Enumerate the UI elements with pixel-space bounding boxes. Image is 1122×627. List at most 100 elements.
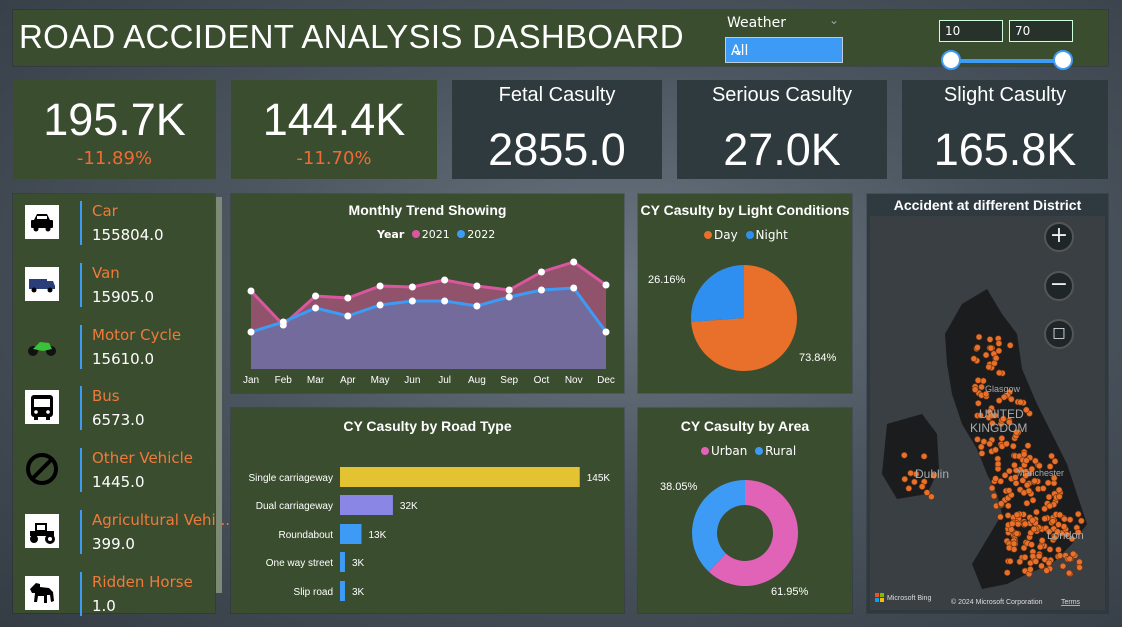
item-accent-bar <box>80 201 82 245</box>
kpi-change: -11.70% <box>296 148 372 169</box>
accident-point <box>1008 395 1015 403</box>
item-accent-bar <box>80 386 82 430</box>
range-max-input[interactable]: 70 <box>1009 20 1073 42</box>
data-point <box>473 302 481 310</box>
weather-collapse-icon[interactable]: ⌄ <box>829 13 839 27</box>
weather-dropdown[interactable]: All ⌄ <box>725 37 843 63</box>
data-point <box>247 328 255 336</box>
zoom-in-button[interactable]: + <box>1044 222 1074 252</box>
accident-point <box>1036 543 1044 551</box>
accident-point <box>1014 520 1022 528</box>
accident-point <box>974 377 982 384</box>
map-canvas[interactable]: UNITED KINGDOM Dublin London Glasgow Man… <box>867 194 1108 613</box>
map-label-united: UNITED <box>979 407 1024 421</box>
accident-point <box>1078 517 1085 525</box>
kpi-value: 195.7K <box>43 94 186 145</box>
accident-point <box>1038 562 1045 570</box>
data-point <box>408 283 416 291</box>
accident-point <box>1023 481 1031 489</box>
kpi-value: 165.8K <box>933 124 1077 175</box>
accident-point <box>1005 487 1013 494</box>
select-area-icon[interactable]: □ <box>1044 319 1074 349</box>
data-point <box>505 286 513 294</box>
accident-point <box>1059 562 1067 570</box>
accident-point <box>994 460 1002 468</box>
accident-point <box>1023 457 1030 464</box>
range-slider-low-handle[interactable] <box>941 50 961 70</box>
data-point <box>279 318 287 326</box>
accident-point <box>995 369 1003 377</box>
accident-point <box>1006 467 1013 475</box>
kpi-change: -11.89% <box>76 148 153 169</box>
accident-point <box>1076 558 1083 566</box>
accident-point <box>1031 477 1039 485</box>
data-point <box>312 304 320 312</box>
vehicle-value: 15905.0 <box>92 288 155 306</box>
list-scrollbar[interactable] <box>216 197 222 593</box>
accident-point <box>1074 510 1082 518</box>
data-point <box>602 281 610 289</box>
range-min-input[interactable]: 10 <box>939 20 1003 42</box>
map-credit: © 2024 Microsoft Corporation <box>951 598 1043 606</box>
accident-point <box>1029 516 1036 524</box>
area-donut-plot: 61.95% 38.05% <box>660 480 809 598</box>
district-map-panel: Accident at different District UNITED KI… <box>867 194 1108 613</box>
data-point <box>376 301 384 309</box>
data-label: 145K <box>587 473 611 484</box>
accident-point <box>1045 559 1053 567</box>
kpi-fatal-casualty: Fetal Casulty 2855.0 <box>452 80 662 179</box>
map-terms-link[interactable]: Terms <box>1061 599 1081 606</box>
list-item[interactable]: Van 15905.0 <box>13 259 203 314</box>
range-slider-high-handle[interactable] <box>1053 50 1073 70</box>
accident-point <box>1035 552 1043 560</box>
pie-slice-night <box>691 265 744 322</box>
accident-point <box>971 386 979 393</box>
item-accent-bar <box>80 448 82 492</box>
accident-point <box>975 333 983 341</box>
accident-point <box>1029 552 1037 560</box>
list-item[interactable]: Bus 6573.0 <box>13 382 203 437</box>
accident-point <box>1056 493 1063 500</box>
zoom-out-button[interactable]: − <box>1044 271 1074 301</box>
range-slider-track[interactable] <box>951 59 1063 63</box>
map-label-dublin: Dublin <box>915 467 949 481</box>
kpi-title: Slight Casulty <box>943 84 1067 106</box>
accident-point <box>1049 517 1057 525</box>
bus-icon <box>25 390 59 424</box>
chevron-down-icon: ⌄ <box>731 40 745 59</box>
kpi-slight-casualty: Slight Casulty 165.8K <box>902 80 1108 179</box>
kpi-serious-casualty: Serious Casulty 27.0K <box>677 80 887 179</box>
list-item[interactable]: Agricultural Vehi... 399.0 <box>13 506 230 561</box>
accident-point <box>1028 541 1035 548</box>
accident-point <box>1055 521 1062 528</box>
horse-icon <box>25 576 59 610</box>
kpi-total-casualties: 195.7K -11.89% <box>13 80 216 179</box>
y-category-label: One way street <box>266 558 333 569</box>
accident-point <box>1038 537 1046 544</box>
accident-point <box>977 443 985 451</box>
accident-point <box>1027 566 1034 573</box>
donut-slice-rural <box>692 480 745 572</box>
accident-point <box>978 383 985 391</box>
data-point <box>570 284 578 292</box>
data-point <box>247 287 255 295</box>
no-entry-icon <box>25 452 59 486</box>
accident-point <box>987 344 995 352</box>
list-item[interactable]: Motor Cycle 15610.0 <box>13 321 203 376</box>
kpi-title: Serious Casulty <box>711 84 853 106</box>
data-point <box>537 268 545 276</box>
accident-point <box>970 355 978 363</box>
x-tick-label: Mar <box>307 375 325 386</box>
item-accent-bar <box>80 325 82 369</box>
list-item[interactable]: Car 155804.0 <box>13 197 203 252</box>
accident-point <box>907 469 914 477</box>
data-point <box>441 297 449 305</box>
accident-point <box>1043 567 1050 574</box>
vehicle-name: Car <box>92 202 118 220</box>
list-item[interactable]: Other Vehicle 1445.0 <box>13 444 203 499</box>
accident-point <box>1060 523 1068 530</box>
list-item[interactable]: Ridden Horse 1.0 <box>13 568 203 623</box>
road-type-plot: Single carriageway 145K Dual carriageway 32… <box>249 467 611 601</box>
accident-point <box>985 363 993 371</box>
accident-point <box>1048 452 1055 460</box>
